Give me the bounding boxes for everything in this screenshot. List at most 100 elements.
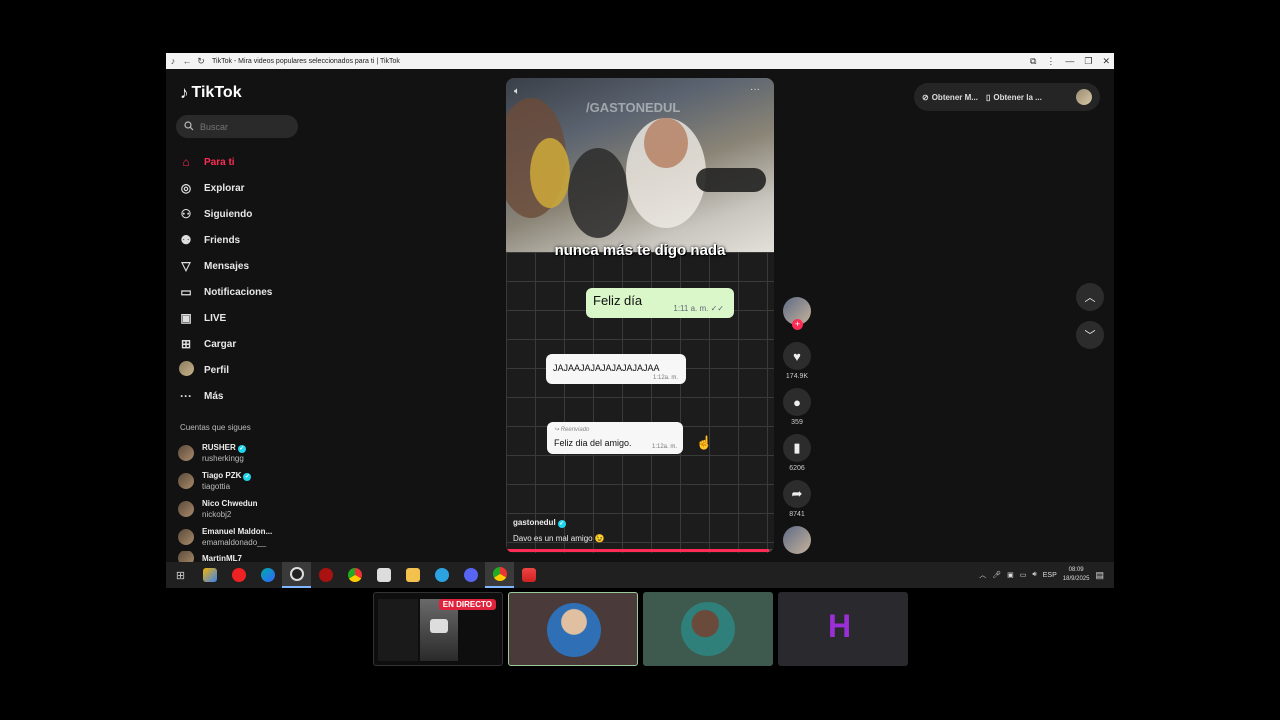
- app-tray-icon[interactable]: ▣: [1007, 571, 1014, 579]
- phone-icon: ▯: [985, 92, 991, 102]
- sidebar-item-mensajes[interactable]: ▽ Mensajes: [178, 253, 318, 279]
- obs-icon: [289, 567, 304, 581]
- window-thumbnail[interactable]: H: [778, 592, 908, 666]
- menu-icon[interactable]: ⋮: [1046, 56, 1055, 67]
- taskbar-app[interactable]: [485, 562, 514, 588]
- window-thumbnail[interactable]: [508, 592, 638, 666]
- sidebar-item-label: Cargar: [204, 338, 237, 350]
- notifications-icon[interactable]: ▤: [1095, 570, 1104, 581]
- video-progress-bar[interactable]: [506, 549, 774, 552]
- network-icon[interactable]: ▭: [1020, 571, 1027, 579]
- taskbar-app[interactable]: [224, 562, 253, 588]
- account-name: Nico Chwedun: [202, 499, 258, 508]
- like-count: 174.9K: [785, 373, 809, 380]
- sound-disc-avatar[interactable]: [783, 526, 811, 554]
- sidebar-item-notificaciones[interactable]: ▭ Notificaciones: [178, 279, 318, 305]
- sidebar-item-live[interactable]: ▣ LIVE: [178, 305, 318, 331]
- double-check-icon: ✓✓: [710, 304, 724, 313]
- volume-icon[interactable]: 🔊︎: [1032, 571, 1036, 579]
- verified-icon: ✓: [243, 473, 252, 481]
- clock-date: 18/9/2025: [1062, 576, 1090, 582]
- sidebar-item-perfil[interactable]: Perfil: [178, 357, 318, 383]
- comment-button[interactable]: ● 359: [782, 388, 812, 426]
- follow-plus-icon[interactable]: +: [792, 319, 803, 330]
- avatar[interactable]: [1076, 89, 1092, 105]
- taskbar-app[interactable]: [311, 562, 340, 588]
- account-name: Tiago PZK: [202, 471, 242, 480]
- tiktok-logo[interactable]: ♪ TikTok: [180, 83, 242, 103]
- window-thumbnail[interactable]: [643, 592, 773, 666]
- avatar: [178, 501, 194, 517]
- avatar: [178, 361, 194, 379]
- chat-bubble-incoming: JAJAAJAJAJAJAJAJAJAA 1:12a. m.: [546, 354, 686, 384]
- following-item[interactable]: RUSHER ✓ rusherkingg: [178, 439, 318, 467]
- logo-text: TikTok: [191, 84, 242, 101]
- taskbar-app[interactable]: [456, 562, 485, 588]
- chat-time: 1:12a. m.: [651, 444, 677, 450]
- sidebar-item-label: Más: [204, 390, 224, 402]
- start-button[interactable]: ⊞: [166, 562, 195, 588]
- get-coins-button[interactable]: ⊘ Obtener M...: [922, 93, 978, 102]
- sidebar-item-cargar[interactable]: ⊞ Cargar: [178, 331, 318, 357]
- coin-icon: ⊘: [922, 92, 929, 102]
- taskbar-app[interactable]: [369, 562, 398, 588]
- inbox-icon: ▭: [180, 285, 192, 299]
- save-count: 6206: [789, 465, 805, 472]
- next-video-button[interactable]: ﹀: [1076, 321, 1104, 349]
- forward-icon: ↪: [554, 427, 560, 433]
- following-item[interactable]: Tiago PZK ✓ tiagottia: [178, 467, 318, 495]
- chrome-icon: [492, 567, 507, 581]
- taskbar-app[interactable]: [195, 562, 224, 588]
- sidebar-item-label: Siguiendo: [204, 208, 253, 220]
- minimize-icon[interactable]: —: [1065, 56, 1074, 66]
- folder-icon: [405, 568, 420, 582]
- account-handle: emamaldonado__: [202, 538, 267, 547]
- taskbar-app[interactable]: [427, 562, 456, 588]
- volume-icon[interactable]: 🔈︎: [514, 86, 520, 97]
- like-button[interactable]: ♥ 174.9K: [782, 342, 812, 380]
- taskbar-app[interactable]: [253, 562, 282, 588]
- app-logo-icon: H: [828, 608, 852, 644]
- taskbar-app[interactable]: [398, 562, 427, 588]
- verified-icon: ✓: [557, 520, 566, 528]
- search-icon[interactable]: [184, 120, 194, 133]
- taskbar-app[interactable]: [340, 562, 369, 588]
- sidebar-item-mas[interactable]: ··· Más: [178, 383, 318, 409]
- search-bar[interactable]: [176, 115, 298, 138]
- back-icon[interactable]: ←: [180, 54, 194, 68]
- extensions-icon[interactable]: ⧉: [1030, 56, 1036, 67]
- sidebar-item-explorar[interactable]: ◎ Explorar: [178, 175, 318, 201]
- sidebar-item-friends[interactable]: ⚉ Friends: [178, 227, 318, 253]
- sidebar-item-siguiendo[interactable]: ⚇ Siguiendo: [178, 201, 318, 227]
- get-app-button[interactable]: ▯ Obtener la ...: [986, 93, 1042, 102]
- account-name: Emanuel Maldon...: [202, 527, 273, 536]
- share-button[interactable]: ➦ 8741: [782, 480, 812, 518]
- avatar: [178, 529, 194, 545]
- language-indicator[interactable]: ESP: [1043, 572, 1057, 579]
- clock[interactable]: 08:09 18/9/2025: [1063, 566, 1090, 584]
- tab-title: TikTok - Mira videos populares seleccion…: [212, 57, 400, 65]
- following-item[interactable]: Emanuel Maldon... emamaldonado__: [178, 523, 318, 551]
- video-author[interactable]: gastonedul ✓: [513, 518, 566, 528]
- chevron-up-icon[interactable]: ︿: [979, 570, 986, 580]
- restore-icon[interactable]: ❐: [1084, 56, 1092, 67]
- avatar: [178, 473, 194, 489]
- chat-time: 1:11 a. m.: [673, 304, 709, 313]
- taskbar-app[interactable]: [514, 562, 543, 588]
- app-icon: [521, 568, 536, 582]
- more-options-icon[interactable]: ···: [750, 84, 760, 95]
- sidebar-item-para-ti[interactable]: ⌂ Para ti: [178, 149, 318, 175]
- search-input[interactable]: [200, 121, 290, 132]
- reload-icon[interactable]: ↻: [194, 54, 208, 68]
- tiktok-note-icon: ♪: [180, 83, 189, 102]
- heart-icon: ♥: [783, 342, 811, 370]
- video-player[interactable]: 🔈︎ ··· /GASTONEDUL Feliz día 1:11 a. m. …: [506, 78, 774, 553]
- previous-video-button[interactable]: ︿: [1076, 283, 1104, 311]
- taskbar-app[interactable]: [282, 562, 311, 588]
- chrome-icon: [347, 568, 362, 582]
- save-button[interactable]: ▮ 6206: [782, 434, 812, 472]
- microphone-icon[interactable]: 🎤︎: [992, 571, 1001, 579]
- following-item[interactable]: Nico Chwedun nickobj2: [178, 495, 318, 523]
- close-icon[interactable]: ✕: [1102, 56, 1110, 67]
- window-thumbnail[interactable]: EN DIRECTO: [373, 592, 503, 666]
